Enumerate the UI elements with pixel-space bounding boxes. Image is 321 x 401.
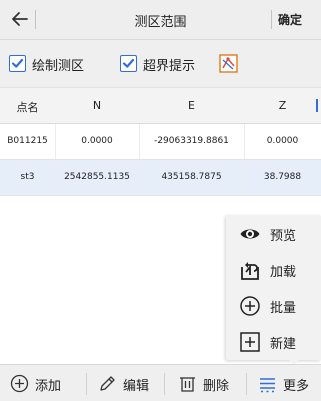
column-header-z[interactable]: Z	[244, 99, 321, 112]
out-of-bounds-label[interactable]: 超界提示	[143, 55, 195, 74]
trash-icon	[180, 377, 195, 392]
divider	[246, 373, 247, 395]
cell-e: -29063319.8861	[154, 136, 229, 146]
bottom-toolbar: 添加 编辑 删除 更多	[0, 364, 321, 401]
cell-point-name: st3	[20, 172, 35, 182]
menu-item-label: 加载	[270, 265, 297, 280]
column-header-n[interactable]: N	[55, 99, 139, 112]
scroll-indicator	[316, 99, 318, 112]
plus-square-icon	[240, 332, 260, 352]
divider	[86, 373, 87, 395]
more-button[interactable]: 更多	[250, 365, 321, 401]
table-row[interactable]: B011215 0.0000 -29063319.8861 0.0000	[0, 124, 321, 160]
column-header-name[interactable]: 点名	[0, 99, 55, 115]
column-header-e[interactable]: E	[139, 99, 244, 112]
menu-item-label: 预览	[270, 229, 297, 244]
cell-z: 38.7988	[263, 172, 302, 182]
more-label: 更多	[283, 379, 310, 394]
menu-item-label: 批量	[270, 301, 297, 316]
more-lines-icon	[260, 378, 275, 393]
add-button[interactable]: 添加	[0, 365, 83, 401]
cell-point-name: B011215	[7, 136, 48, 146]
load-icon	[241, 262, 259, 280]
options-bar: 绘制测区 超界提示	[0, 40, 321, 88]
add-label: 添加	[35, 379, 62, 394]
pencil-icon	[100, 376, 115, 391]
cell-n: 2542855.1135	[64, 172, 130, 182]
delete-button[interactable]: 删除	[168, 365, 244, 401]
title-bar: 测区范围 确定	[0, 0, 321, 40]
cell-n: 0.0000	[81, 136, 113, 146]
more-menu: 预览 加载 批量 新建	[226, 215, 321, 360]
menu-item-new[interactable]: 新建	[226, 324, 321, 360]
plus-circle-icon	[10, 374, 29, 393]
checkmark-icon	[122, 58, 135, 68]
area-settings-icon[interactable]	[219, 54, 238, 73]
draw-area-checkbox[interactable]	[9, 55, 26, 72]
cell-z: 0.0000	[266, 136, 299, 146]
menu-item-label: 新建	[270, 337, 297, 352]
menu-item-preview[interactable]: 预览	[226, 216, 321, 252]
edit-label: 编辑	[123, 379, 150, 394]
delete-label: 删除	[203, 379, 230, 394]
cell-e: 435158.7875	[161, 172, 222, 182]
plus-circle-icon	[240, 296, 260, 316]
eye-icon	[240, 229, 260, 239]
confirm-button[interactable]: 确定	[278, 11, 302, 28]
checkmark-icon	[11, 58, 24, 68]
table-header: 点名 N E Z	[0, 88, 321, 124]
divider	[271, 10, 272, 29]
table-row[interactable]: st3 2542855.1135 435158.7875 38.7988	[0, 160, 321, 196]
page-title: 测区范围	[134, 15, 187, 30]
draw-area-label[interactable]: 绘制测区	[32, 55, 84, 74]
divider	[164, 373, 165, 395]
menu-item-batch[interactable]: 批量	[226, 288, 321, 324]
menu-item-load[interactable]: 加载	[226, 252, 321, 288]
out-of-bounds-checkbox[interactable]	[120, 55, 137, 72]
edit-button[interactable]: 编辑	[90, 365, 166, 401]
